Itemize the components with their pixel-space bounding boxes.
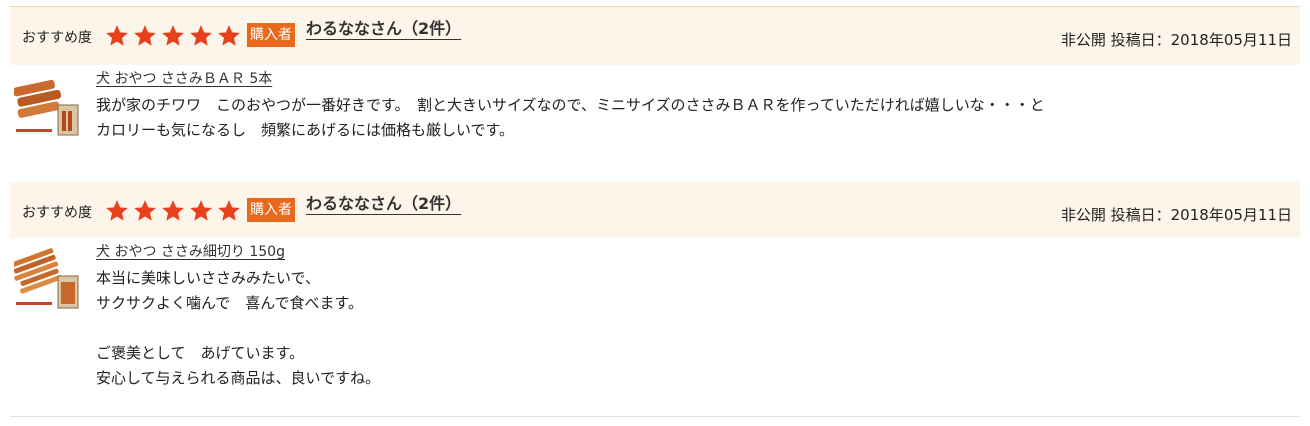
star-icon: [132, 198, 158, 224]
star-icon: [104, 23, 130, 49]
reviewer-link[interactable]: わるななさん（2件）: [306, 15, 461, 39]
star-rating: [104, 23, 242, 49]
review-header: おすすめ度 購入者 わるななさん（2件） 非公開 投稿日：2018年05月11日: [10, 182, 1300, 238]
comment-line: [96, 316, 380, 341]
comment-line: カロリーも気になるし 頻繁にあげるには価格も厳しいです。: [96, 121, 515, 139]
post-date: 非公開 投稿日：2018年05月11日: [1061, 204, 1292, 225]
product-thumbnail[interactable]: [13, 71, 82, 143]
date-label: 投稿日：2018年05月11日: [1110, 206, 1292, 224]
product-thumbnail[interactable]: [9, 244, 82, 316]
comment-line: ご褒美として あげています。: [96, 344, 305, 362]
star-icon: [188, 23, 214, 49]
product-link[interactable]: 犬 おやつ ささみＢＡＲ 5本: [96, 68, 272, 88]
recommend-label: おすすめ度: [22, 205, 92, 221]
star-icon: [160, 198, 186, 224]
comment-line: 我が家のチワワ このおやつが一番好きです。 割と大きいサイズなので、ミニサイズの…: [96, 96, 1045, 114]
review-comment: 本当に美味しいささみみたいで、 サクサクよく噛んで 喜んで食べます。 ご褒美とし…: [96, 266, 380, 391]
star-icon: [104, 198, 130, 224]
review-item: おすすめ度 購入者 わるななさん（2件） 非公開 投稿日：2018年05月11日: [10, 6, 1300, 143]
review-item: おすすめ度 購入者 わるななさん（2件） 非公開 投稿日：2018年05月11日: [9, 182, 1300, 387]
product-link[interactable]: 犬 おやつ ささみ細切り 150g: [96, 241, 285, 261]
star-icon: [216, 23, 242, 49]
comment-line: 本当に美味しいささみみたいで、: [96, 269, 320, 287]
comment-line: サクサクよく噛んで 喜んで食べます。: [96, 294, 364, 312]
star-rating: [104, 198, 242, 224]
visibility-label: 非公開: [1060, 31, 1106, 49]
star-icon: [132, 23, 158, 49]
review-header: おすすめ度 購入者 わるななさん（2件） 非公開 投稿日：2018年05月11日: [10, 6, 1300, 65]
star-icon: [188, 198, 214, 224]
post-date: 非公開 投稿日：2018年05月11日: [1061, 29, 1292, 50]
purchaser-badge: 購入者: [247, 23, 295, 47]
review-comment: 我が家のチワワ このおやつが一番好きです。 割と大きいサイズなので、ミニサイズの…: [96, 93, 1045, 143]
review-list: おすすめ度 購入者 わるななさん（2件） 非公開 投稿日：2018年05月11日: [0, 0, 1310, 426]
recommend-label: おすすめ度: [22, 30, 92, 46]
bottom-divider: [10, 416, 1300, 417]
comment-line: 安心して与えられる商品は、良いですね。: [96, 369, 381, 387]
star-icon: [216, 198, 242, 224]
reviewer-link[interactable]: わるななさん（2件）: [306, 190, 461, 214]
purchaser-badge: 購入者: [247, 198, 295, 222]
date-label: 投稿日：2018年05月11日: [1110, 31, 1292, 49]
visibility-label: 非公開: [1060, 206, 1106, 224]
star-icon: [160, 23, 186, 49]
